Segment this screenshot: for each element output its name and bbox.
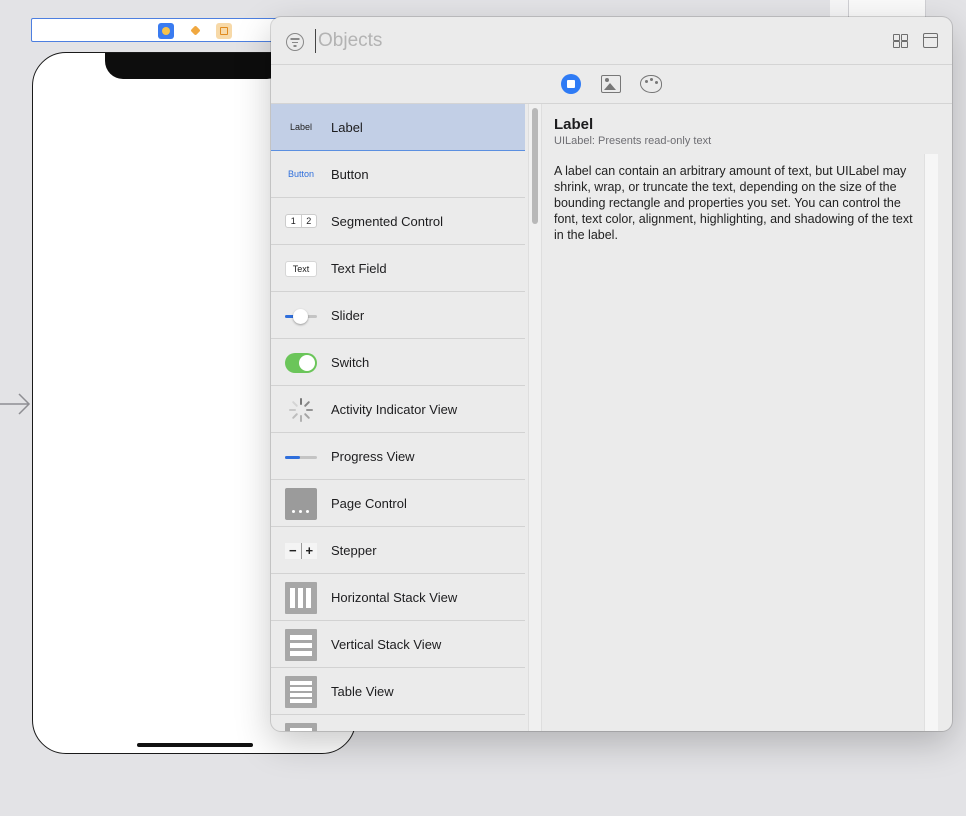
stepper-icon: − + — [285, 535, 317, 567]
library-item-partial[interactable] — [271, 715, 525, 731]
library-item-page-control[interactable]: Page Control — [271, 480, 525, 527]
library-item-vertical-stack-view[interactable]: Vertical Stack View — [271, 621, 525, 668]
device-notch — [105, 53, 285, 79]
entry-point-arrow-icon[interactable] — [0, 392, 32, 416]
list-item-label: Horizontal Stack View — [331, 590, 458, 605]
first-responder-icon[interactable] — [188, 23, 204, 39]
horizontal-stack-icon — [285, 582, 317, 614]
list-item-label: Activity Indicator View — [331, 402, 458, 417]
list-item-label: Slider — [331, 308, 365, 323]
collection-view-icon — [285, 723, 317, 731]
grid-view-icon[interactable] — [893, 34, 909, 48]
detail-description: A label can contain an arbitrary amount … — [554, 164, 913, 242]
list-item-label: Text Field — [331, 261, 387, 276]
table-view-icon — [285, 676, 317, 708]
library-item-horizontal-stack-view[interactable]: Horizontal Stack View — [271, 574, 525, 621]
list-item-label: Label — [331, 120, 363, 135]
library-item-progress-view[interactable]: Progress View — [271, 433, 525, 480]
list-item-label: Button — [331, 167, 369, 182]
vertical-stack-icon — [285, 629, 317, 661]
home-indicator — [137, 743, 253, 747]
library-item-segmented-control[interactable]: 12 Segmented Control — [271, 198, 525, 245]
library-item-button[interactable]: Button Button — [271, 151, 525, 198]
text-field-icon: Text — [285, 253, 317, 285]
library-item-text-field[interactable]: Text Text Field — [271, 245, 525, 292]
list-item-label: Page Control — [331, 496, 407, 511]
detail-subtitle: UILabel: Presents read-only text — [554, 135, 712, 147]
item-detail-pane: Label UILabel: Presents read-only text A… — [543, 104, 952, 731]
library-search-bar — [271, 17, 952, 65]
view-controller-icon[interactable] — [158, 23, 174, 39]
library-item-label[interactable]: Label Label — [271, 104, 525, 151]
list-item-label: Switch — [331, 355, 370, 370]
library-item-switch[interactable]: Switch — [271, 339, 525, 386]
list-item-label: Table View — [331, 684, 394, 699]
objects-icon — [561, 74, 581, 94]
slider-icon — [285, 300, 317, 332]
activity-indicator-icon — [285, 394, 317, 426]
library-item-list: Label Label Button Button 12 Segmented C… — [271, 104, 528, 731]
objects-tab[interactable] — [561, 74, 581, 94]
list-item-label: Progress View — [331, 449, 415, 464]
detail-scrollbar[interactable] — [924, 154, 938, 731]
object-library-popover: Label Label Button Button 12 Segmented C… — [271, 17, 952, 731]
list-item-label: Vertical Stack View — [331, 637, 442, 652]
media-tab[interactable] — [601, 74, 621, 94]
library-search-input[interactable] — [315, 29, 815, 53]
switch-icon — [285, 347, 317, 379]
library-item-activity-indicator[interactable]: Activity Indicator View — [271, 386, 525, 433]
progress-view-icon — [285, 441, 317, 473]
label-icon: Label — [289, 122, 313, 132]
colors-tab[interactable] — [640, 74, 662, 94]
library-tabs — [271, 65, 952, 104]
library-item-slider[interactable]: Slider — [271, 292, 525, 339]
list-item-label: Segmented Control — [331, 214, 444, 229]
button-icon: Button — [287, 169, 315, 179]
filter-icon[interactable] — [286, 33, 304, 51]
detail-title: Label — [554, 116, 594, 133]
page-control-icon — [285, 488, 317, 520]
scene-dock[interactable] — [31, 18, 281, 42]
list-scrollbar[interactable] — [528, 104, 542, 731]
detail-pane-toggle-icon[interactable] — [923, 33, 938, 48]
list-scrollbar-thumb[interactable] — [532, 108, 538, 224]
library-item-stepper[interactable]: − + Stepper — [271, 527, 525, 574]
library-item-table-view[interactable]: Table View — [271, 668, 525, 715]
segmented-control-icon: 12 — [285, 206, 317, 238]
list-item-label: Stepper — [331, 543, 377, 558]
exit-icon[interactable] — [216, 23, 232, 39]
